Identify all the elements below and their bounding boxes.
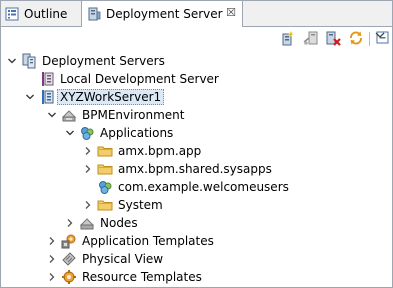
chevron-right-icon[interactable] xyxy=(65,218,75,228)
refresh-icon[interactable] xyxy=(348,30,364,46)
tree-label: Physical View xyxy=(82,252,164,266)
tree-label: amx.bpm.shared.sysapps xyxy=(118,162,272,176)
outline-icon xyxy=(5,7,19,20)
environment-icon xyxy=(61,110,77,122)
tree-label: amx.bpm.app xyxy=(118,144,202,158)
chevron-down-icon[interactable] xyxy=(47,110,57,120)
remote-server-icon xyxy=(42,90,54,104)
deployment-server-icon xyxy=(88,7,101,21)
tree-item-deployment-servers[interactable]: Deployment Servers xyxy=(7,52,165,70)
tree-label: System xyxy=(118,198,163,212)
tree-label: Resource Templates xyxy=(82,270,202,284)
chevron-down-icon[interactable] xyxy=(7,56,17,66)
tree-label: Application Templates xyxy=(82,234,214,248)
applications-icon xyxy=(81,127,94,140)
chevron-right-icon[interactable] xyxy=(83,146,93,156)
toolbar-separator xyxy=(369,32,370,46)
tree-label: com.example.welcomeusers xyxy=(118,180,289,194)
tree-item-local-development-server[interactable]: Local Development Server xyxy=(25,70,219,88)
tree-item-amx-bpm-app[interactable]: amx.bpm.app xyxy=(83,142,201,160)
local-server-icon xyxy=(42,72,54,86)
tree-label-selected: XYZWorkServer1 xyxy=(57,89,165,105)
tab-deployment-server[interactable]: Deployment Server ☒ xyxy=(81,1,243,27)
tab-outline[interactable]: Outline xyxy=(1,1,81,26)
chevron-down-icon[interactable] xyxy=(65,128,75,138)
folder-icon xyxy=(97,200,113,211)
tree-item-applications[interactable]: Applications xyxy=(65,124,173,142)
tree-item-amx-bpm-shared-sysapps[interactable]: amx.bpm.shared.sysapps xyxy=(83,160,272,178)
tree-item-xyzworkserver1[interactable]: XYZWorkServer1 xyxy=(25,88,165,106)
tree-item-nodes[interactable]: Nodes xyxy=(65,214,138,232)
tab-outline-label: Outline xyxy=(24,6,68,21)
chevron-right-icon[interactable] xyxy=(47,272,57,282)
nodes-icon xyxy=(79,218,95,230)
chevron-right-icon[interactable] xyxy=(83,200,93,210)
chevron-right-icon[interactable] xyxy=(83,164,93,174)
tab-deployment-label: Deployment Server xyxy=(106,7,223,21)
tree-label: Local Development Server xyxy=(60,72,219,86)
connect-icon[interactable] xyxy=(303,30,319,46)
delete-server-icon[interactable] xyxy=(325,30,341,46)
tree-item-system[interactable]: System xyxy=(83,196,163,214)
deployment-servers-icon xyxy=(22,53,36,69)
tree-item-resource-templates[interactable]: Resource Templates xyxy=(47,268,202,286)
chevron-right-icon[interactable] xyxy=(47,254,57,264)
physical-view-icon xyxy=(62,252,76,266)
tree-label: Nodes xyxy=(100,216,138,230)
tree-item-application-templates[interactable]: Application Templates xyxy=(47,232,214,250)
new-server-icon[interactable] xyxy=(280,30,296,46)
chevron-right-icon[interactable] xyxy=(47,236,57,246)
view-menu-icon[interactable] xyxy=(374,29,386,41)
folder-icon xyxy=(97,146,113,157)
tree-label: Applications xyxy=(100,126,174,140)
folder-icon xyxy=(97,164,113,175)
application-templates-icon xyxy=(61,234,76,249)
view-toolbar xyxy=(242,27,392,49)
tree-item-com-example-welcomeusers[interactable]: com.example.welcomeusers xyxy=(83,178,289,196)
tree-label: BPMEnvironment xyxy=(82,108,185,122)
close-icon[interactable]: ☒ xyxy=(226,6,236,19)
view-tab-bar: Outline Deployment Server ☒ xyxy=(1,1,392,27)
deployment-server-view: Outline Deployment Server ☒ Deployment S… xyxy=(0,0,393,288)
tree-label: Deployment Servers xyxy=(42,54,165,68)
tree-item-bpmenvironment[interactable]: BPMEnvironment xyxy=(47,106,184,124)
application-icon xyxy=(99,181,112,194)
chevron-down-icon[interactable] xyxy=(25,92,35,102)
resource-templates-icon xyxy=(62,270,76,284)
tree-item-physical-view[interactable]: Physical View xyxy=(47,250,163,268)
